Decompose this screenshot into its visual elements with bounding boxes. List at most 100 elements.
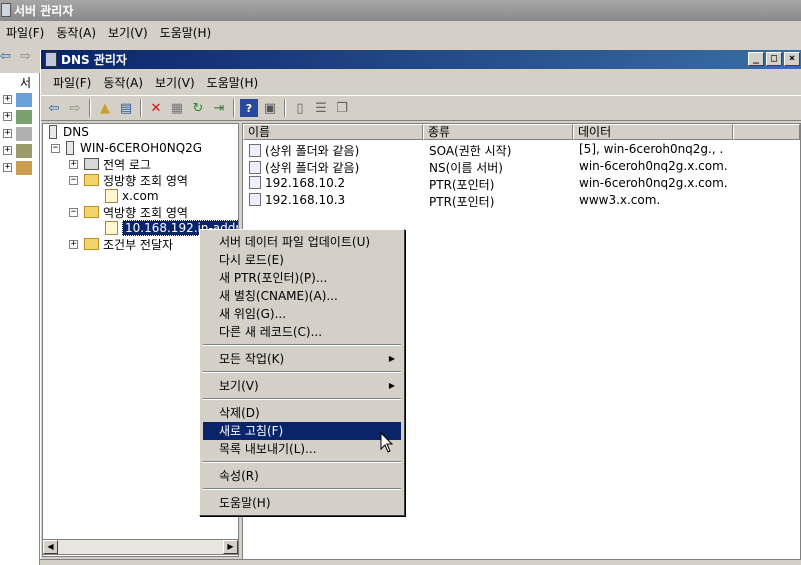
record-name-text: (상위 폴더와 같음): [265, 161, 360, 175]
outer-expand-5[interactable]: +: [3, 163, 12, 172]
menu-item-refresh[interactable]: 새로 고침(F): [203, 422, 401, 440]
show-hide-tree-icon[interactable]: ▤: [117, 99, 135, 117]
menu-file[interactable]: 파일(F): [47, 74, 97, 91]
server-manager-toolbar: ⇦ ⇨: [0, 43, 40, 73]
export-list-icon[interactable]: ⇥: [210, 99, 228, 117]
record-icon: [249, 161, 261, 174]
record-icon: [249, 193, 261, 206]
menu-item-properties[interactable]: 속성(R): [203, 467, 401, 485]
tree-horizontal-scrollbar[interactable]: ◀ ▶: [42, 539, 239, 555]
refresh-icon[interactable]: ↻: [189, 99, 207, 117]
table-row[interactable]: 192.168.10.2 PTR(포인터) win-6ceroh0nq2g.x.…: [243, 175, 800, 192]
table-row[interactable]: 192.168.10.3 PTR(포인터) www3.x.com.: [243, 192, 800, 209]
forward-arrow-icon[interactable]: ⇨: [66, 99, 84, 117]
scroll-left-arrow-icon[interactable]: ◀: [43, 540, 58, 554]
tree-node-server[interactable]: − WIN-6CEROH0NQ2G: [51, 140, 202, 156]
zone-icon: [105, 221, 118, 235]
menu-item-other-new-records[interactable]: 다른 새 레코드(C)...: [203, 323, 401, 341]
menu-item-export-list[interactable]: 목록 내보내기(L)...: [203, 440, 401, 458]
properties-icon[interactable]: ▦: [168, 99, 186, 117]
outer-back-arrow-icon[interactable]: ⇦: [0, 49, 11, 64]
context-menu: 서버 데이터 파일 업데이트(U) 다시 로드(E) 새 PTR(포인터)(P)…: [199, 229, 405, 516]
outer-expand-1[interactable]: +: [3, 95, 12, 104]
console-icon[interactable]: ▣: [261, 99, 279, 117]
column-header-name[interactable]: 이름: [243, 124, 423, 140]
toolbar-separator: [284, 99, 286, 117]
menu-item-delete[interactable]: 삭제(D): [203, 404, 401, 422]
tree-node-global-logs[interactable]: + 전역 로그: [69, 156, 151, 172]
tree-node-conditional-forwarders[interactable]: + 조건부 전달자: [69, 236, 173, 252]
collapse-forward-zones[interactable]: −: [69, 175, 78, 185]
outer-expand-4[interactable]: +: [3, 146, 12, 155]
menu-item-new-delegation[interactable]: 새 위임(G)...: [203, 305, 401, 323]
menu-item-reload[interactable]: 다시 로드(E): [203, 251, 401, 269]
minimize-button[interactable]: _: [748, 52, 764, 66]
dns-app-icon: [45, 52, 57, 67]
outer-expand-3[interactable]: +: [3, 129, 12, 138]
global-logs-icon: [84, 158, 99, 170]
dns-root-icon: [49, 125, 57, 139]
record-name-text: 192.168.10.2: [265, 176, 346, 190]
record-type: PTR(포인터): [429, 178, 495, 192]
maximize-button[interactable]: □: [766, 52, 782, 66]
column-header-data[interactable]: 데이터: [573, 124, 733, 140]
server-manager-title: 서버 관리자: [14, 4, 74, 18]
record-type: PTR(포인터): [429, 195, 495, 209]
back-arrow-icon[interactable]: ⇦: [45, 99, 63, 117]
menu-item-update-server-data-file[interactable]: 서버 데이터 파일 업데이트(U): [203, 233, 401, 251]
server-manager-app-icon: [1, 3, 11, 17]
menu-help[interactable]: 도움말(H): [201, 74, 265, 91]
folder-icon: [84, 206, 99, 218]
storage-icon: [16, 161, 32, 175]
server-manager-titlebar[interactable]: 서버 관리자: [0, 0, 801, 21]
scroll-right-arrow-icon[interactable]: ▶: [223, 540, 238, 554]
menu-separator: [203, 398, 401, 400]
outer-expand-2[interactable]: +: [3, 112, 12, 121]
tree-node-global-logs-label: 전역 로그: [103, 157, 151, 172]
tree-node-reverse-zones[interactable]: − 역방향 조회 영역: [69, 204, 188, 220]
close-button[interactable]: ×: [784, 52, 800, 66]
column-header-type[interactable]: 종류: [423, 124, 573, 140]
copy-icon[interactable]: ❐: [333, 99, 351, 117]
outer-menu-file[interactable]: 파일(F): [0, 24, 50, 41]
menu-separator: [203, 488, 401, 490]
record-icon: [249, 176, 261, 189]
toolbar-separator: [233, 99, 235, 117]
record-icon: [249, 144, 261, 157]
submenu-arrow-icon: ▶: [388, 381, 395, 390]
table-row[interactable]: (상위 폴더와 같음) SOA(권한 시작) [5], win-6ceroh0n…: [243, 141, 800, 158]
list-icon[interactable]: ☰: [312, 99, 330, 117]
dns-manager-titlebar[interactable]: DNS 관리자 _ □ ×: [41, 50, 801, 69]
menu-item-view[interactable]: 보기(V) ▶: [203, 377, 401, 395]
collapse-reverse-zones[interactable]: −: [69, 207, 78, 217]
menu-item-help[interactable]: 도움말(H): [203, 494, 401, 512]
delete-icon[interactable]: ✕: [147, 99, 165, 117]
menu-item-new-ptr[interactable]: 새 PTR(포인터)(P)...: [203, 269, 401, 287]
menu-item-view-label: 보기(V): [219, 379, 259, 393]
outer-menu-action[interactable]: 동작(A): [50, 24, 102, 41]
record-data: [5], win-6ceroh0nq2g., .: [579, 142, 724, 156]
menu-item-new-alias[interactable]: 새 별칭(CNAME)(A)...: [203, 287, 401, 305]
collapse-server[interactable]: −: [51, 143, 60, 153]
roles-icon: [16, 93, 32, 107]
outer-menu-help[interactable]: 도움말(H): [154, 24, 218, 41]
menu-item-all-tasks[interactable]: 모든 작업(K) ▶: [203, 350, 401, 368]
tree-node-dns[interactable]: DNS: [49, 124, 89, 140]
dns-toolbar: ⇦ ⇨ ▲ ▤ ✕ ▦ ↻ ⇥ ? ▣ ▯ ☰ ❐: [41, 95, 801, 121]
tree-node-forward-zone-item[interactable]: x.com: [105, 188, 159, 204]
up-folder-icon[interactable]: ▲: [96, 99, 114, 117]
outer-forward-arrow-icon[interactable]: ⇨: [20, 49, 31, 64]
table-row[interactable]: (상위 폴더와 같음) NS(이름 서버) win-6ceroh0nq2g.x.…: [243, 158, 800, 175]
expand-global-logs[interactable]: +: [69, 159, 78, 169]
tree-node-forward-zones[interactable]: − 정방향 조회 영역: [69, 172, 188, 188]
menu-view[interactable]: 보기(V): [149, 74, 201, 91]
menu-item-all-tasks-label: 모든 작업(K): [219, 352, 285, 366]
outer-menu-view[interactable]: 보기(V): [102, 24, 154, 41]
tree-node-conditional-forwarders-label: 조건부 전달자: [103, 237, 174, 252]
expand-conditional-forwarders[interactable]: +: [69, 239, 78, 249]
menu-action[interactable]: 동작(A): [97, 74, 149, 91]
menu-separator: [203, 461, 401, 463]
record-name: (상위 폴더와 같음): [249, 159, 359, 176]
server-icon[interactable]: ▯: [291, 99, 309, 117]
help-icon[interactable]: ?: [240, 99, 258, 117]
